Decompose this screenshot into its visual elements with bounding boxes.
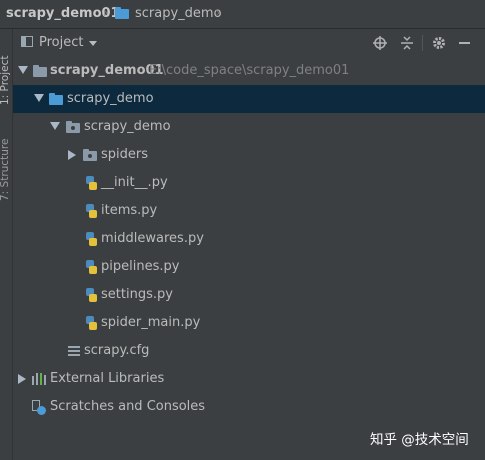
tab-structure[interactable]: 7: Structure xyxy=(0,121,13,201)
tree-node-label: Scratches and Consoles xyxy=(50,399,206,414)
locate-icon[interactable] xyxy=(373,36,387,50)
collapse-all-icon[interactable] xyxy=(400,36,414,50)
left-tool-strip: 1: Project 7: Structure xyxy=(0,29,13,460)
project-view-icon xyxy=(21,36,33,47)
python-file-icon xyxy=(83,203,99,219)
watermark: 知乎 @技术空间 xyxy=(370,432,469,448)
tree-node-file[interactable]: pipelines.py xyxy=(13,253,485,281)
gear-icon[interactable] xyxy=(432,36,446,50)
tree-node-file[interactable]: settings.py xyxy=(13,281,485,309)
tree-node-file[interactable]: spider_main.py xyxy=(13,309,485,337)
panel-title[interactable]: Project xyxy=(39,35,83,50)
libraries-icon xyxy=(31,371,47,387)
tree-node-spiders[interactable]: spiders xyxy=(13,141,485,169)
package-icon xyxy=(65,119,81,135)
tree-node-file[interactable]: scrapy.cfg xyxy=(13,337,485,365)
chevron-down-icon[interactable] xyxy=(50,122,60,130)
project-tree: scrapy_demo01 E:\code_space\scrapy_demo0… xyxy=(13,57,485,460)
breadcrumb: scrapy_demo01 › scrapy_demo › xyxy=(0,0,485,29)
tree-node-label: spider_main.py xyxy=(101,315,201,330)
chevron-right-icon: › xyxy=(103,5,109,21)
python-file-icon xyxy=(83,231,99,247)
tree-node-package[interactable]: scrapy_demo xyxy=(13,113,485,141)
project-panel-header: Project xyxy=(13,29,485,58)
tab-project[interactable]: 1: Project xyxy=(0,35,13,105)
chevron-down-icon[interactable] xyxy=(34,94,44,102)
tree-node-outer-folder[interactable]: scrapy_demo xyxy=(13,85,485,113)
tree-node-label: __init__.py xyxy=(101,175,168,190)
tree-node-label: spiders xyxy=(101,147,149,162)
breadcrumb-folder[interactable]: scrapy_demo xyxy=(135,6,222,21)
chevron-right-icon[interactable] xyxy=(68,150,76,160)
chevron-right-icon[interactable] xyxy=(18,374,26,384)
package-icon xyxy=(82,147,98,163)
tree-node-label: middlewares.py xyxy=(101,231,204,246)
toolbar-divider xyxy=(422,35,423,51)
chevron-right-icon: › xyxy=(215,5,221,21)
folder-icon xyxy=(32,63,48,79)
tree-node-file[interactable]: items.py xyxy=(13,197,485,225)
tree-node-root[interactable]: scrapy_demo01 E:\code_space\scrapy_demo0… xyxy=(13,57,485,85)
chevron-down-icon[interactable] xyxy=(89,41,97,46)
config-file-icon xyxy=(66,343,82,359)
folder-icon xyxy=(114,5,130,21)
tree-node-path: E:\code_space\scrapy_demo01 xyxy=(149,63,350,78)
tree-node-label: scrapy_demo01 xyxy=(50,63,164,78)
python-file-icon xyxy=(83,287,99,303)
python-file-icon xyxy=(83,259,99,275)
python-file-icon xyxy=(83,315,99,331)
tree-node-file[interactable]: __init__.py xyxy=(13,169,485,197)
tree-node-external-libraries[interactable]: External Libraries xyxy=(13,365,485,393)
python-file-icon xyxy=(83,175,99,191)
folder-icon xyxy=(48,91,64,107)
tree-node-label: settings.py xyxy=(101,287,173,302)
tree-node-label: items.py xyxy=(101,203,158,218)
minimize-icon[interactable] xyxy=(459,42,470,44)
tree-node-label: scrapy.cfg xyxy=(84,343,150,358)
tree-node-label: scrapy_demo xyxy=(84,119,171,134)
tree-node-file[interactable]: middlewares.py xyxy=(13,225,485,253)
tree-node-label: External Libraries xyxy=(50,371,165,386)
tree-node-label: pipelines.py xyxy=(101,259,180,274)
chevron-down-icon[interactable] xyxy=(18,66,28,74)
scratches-icon xyxy=(31,399,47,415)
tree-node-label: scrapy_demo xyxy=(67,91,154,106)
tree-node-scratches[interactable]: Scratches and Consoles xyxy=(13,393,485,421)
